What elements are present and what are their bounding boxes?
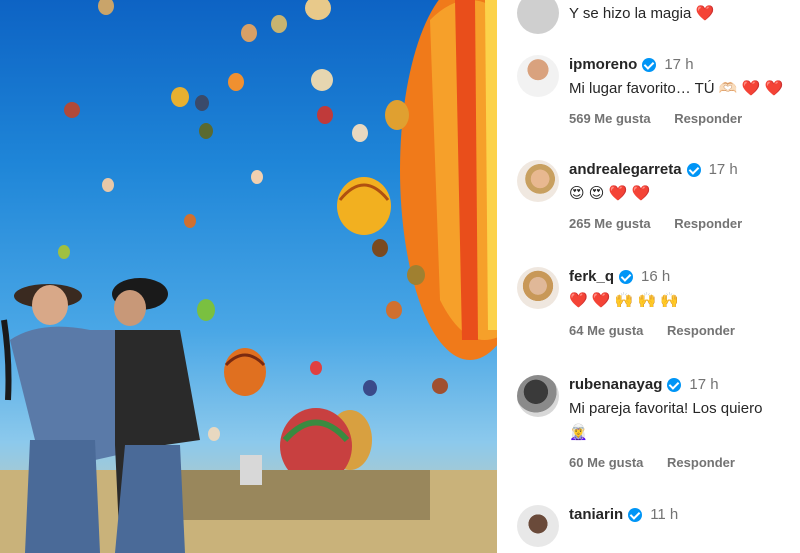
timestamp: 16 h	[641, 268, 671, 285]
timestamp: 11 h	[650, 506, 679, 523]
timestamp: 17 h	[689, 376, 719, 393]
username[interactable]: taniarin	[569, 505, 623, 525]
verified-icon	[642, 58, 657, 72]
username[interactable]: ipmoreno	[569, 55, 637, 75]
comment-text-emoji: 🧝‍♀️	[569, 424, 588, 441]
avatar[interactable]	[517, 55, 559, 97]
username[interactable]: andrealegarreta	[569, 160, 682, 180]
comment-text: Mi pareja favorita! Los quiero	[569, 400, 763, 417]
username[interactable]: ferk_q	[569, 267, 614, 287]
comment-text: 😍 😍 ❤️ ❤️	[569, 185, 651, 202]
likes-count[interactable]: 60 Me gusta	[569, 455, 643, 470]
comment-text: ❤️ ❤️ 🙌 🙌 🙌	[569, 292, 680, 309]
username[interactable]: rubenanayag	[569, 375, 662, 395]
reply-button[interactable]: Responder	[674, 216, 742, 231]
verified-icon	[686, 163, 701, 177]
reply-button[interactable]: Responder	[674, 111, 742, 126]
comments-panel: Y se hizo la magia ❤️ ipmoreno 17 h Mi l…	[497, 0, 800, 553]
avatar[interactable]	[517, 0, 559, 34]
likes-count[interactable]: 265 Me gusta	[569, 216, 651, 231]
avatar[interactable]	[517, 160, 559, 202]
verified-icon	[619, 270, 634, 284]
likes-count[interactable]: 64 Me gusta	[569, 323, 643, 338]
reply-button[interactable]: Responder	[667, 455, 735, 470]
comment-text: Y se hizo la magia ❤️	[569, 5, 715, 22]
avatar[interactable]	[517, 267, 559, 309]
comment-text: Mi lugar favorito… TÚ 🫶🏻 ❤️ ❤️	[569, 80, 784, 97]
avatar[interactable]	[517, 505, 559, 547]
verified-icon	[667, 378, 682, 392]
verified-icon	[628, 508, 643, 522]
balloon-scene-image	[0, 0, 497, 553]
likes-count[interactable]: 569 Me gusta	[569, 111, 651, 126]
post-photo	[0, 0, 497, 553]
timestamp: 17 h	[664, 56, 694, 73]
avatar[interactable]	[517, 375, 559, 417]
reply-button[interactable]: Responder	[667, 323, 735, 338]
timestamp: 17 h	[708, 161, 738, 178]
